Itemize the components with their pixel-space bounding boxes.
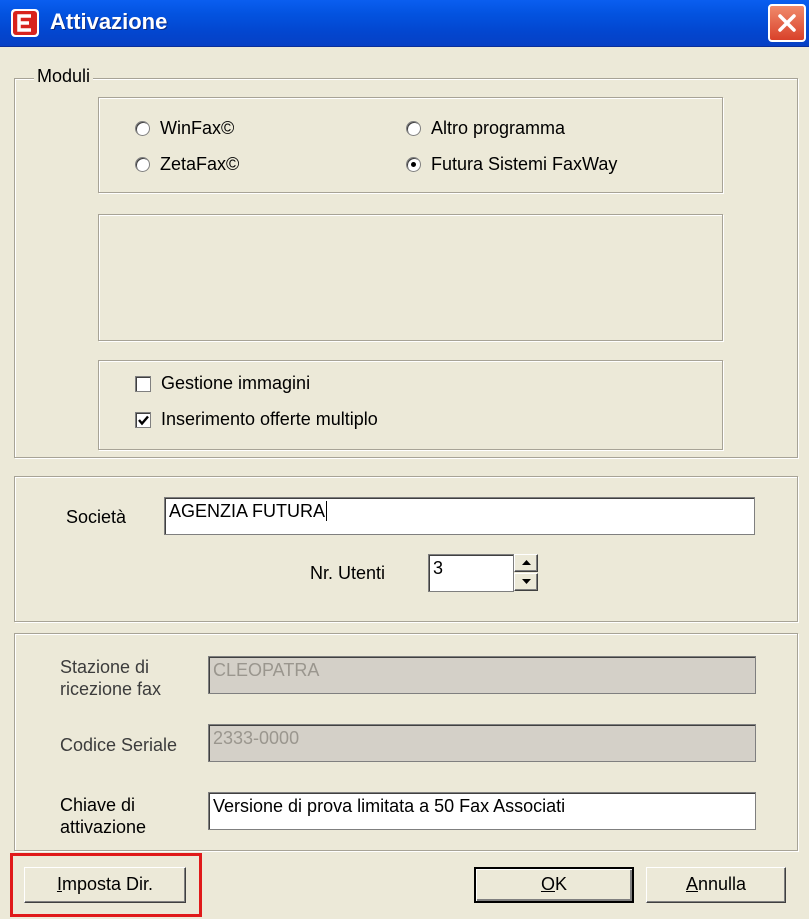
empty-options-panel <box>98 214 723 341</box>
codice-seriale-input: 2333-0000 <box>208 724 756 762</box>
radio-zetafax[interactable]: ZetaFax© <box>135 154 239 175</box>
societa-label: Società <box>66 507 127 527</box>
close-button[interactable] <box>768 4 806 42</box>
ok-label: K <box>555 874 568 894</box>
stazione-input: CLEOPATRA <box>208 656 756 694</box>
checkmark-icon <box>138 415 149 425</box>
app-icon <box>10 8 40 38</box>
nr-utenti-label: Nr. Utenti <box>310 563 386 583</box>
nr-utenti-value: 3 <box>433 558 444 578</box>
checkbox-gestione-immagini-label: Gestione immagini <box>161 373 311 393</box>
chiave-label-line-2: attivazione <box>60 817 147 837</box>
chiave-label-line-1: Chiave di <box>60 795 136 815</box>
radio-zetafax-label: ZetaFax© <box>160 154 240 174</box>
spin-down-button[interactable] <box>514 573 538 591</box>
stazione-value: CLEOPATRA <box>213 660 320 680</box>
radio-futura-label: Futura Sistemi FaxWay <box>431 154 618 174</box>
nr-utenti-spinner[interactable] <box>514 554 538 592</box>
annotation-highlight-box <box>10 853 202 917</box>
close-icon <box>778 14 796 32</box>
chiave-attivazione-input[interactable]: Versione di prova limitata a 50 Fax Asso… <box>208 792 756 830</box>
spin-up-button[interactable] <box>514 554 538 572</box>
stazione-label-line-1: Stazione di <box>60 657 150 677</box>
radio-altro-label: Altro programma <box>431 118 566 138</box>
codice-seriale-value: 2333-0000 <box>213 728 300 748</box>
checkbox-gestione-immagini[interactable]: Gestione immagini <box>135 373 310 394</box>
radio-winfax[interactable]: WinFax© <box>135 118 234 139</box>
societa-value: AGENZIA FUTURA <box>169 501 326 521</box>
text-caret <box>326 501 328 521</box>
radio-winfax-label: WinFax© <box>160 118 235 138</box>
societa-input[interactable]: AGENZIA FUTURA <box>164 497 755 535</box>
spin-down-icon <box>522 579 531 584</box>
annulla-label: nnulla <box>697 874 747 894</box>
spin-up-icon <box>522 560 531 565</box>
nr-utenti-input[interactable]: 3 <box>428 554 514 592</box>
ok-mnemonic: O <box>540 874 555 894</box>
annulla-button[interactable]: Annulla <box>646 867 786 903</box>
stazione-label-line-2: ricezione fax <box>60 679 162 699</box>
annulla-mnemonic: A <box>685 874 698 894</box>
radio-winfax-indicator <box>135 121 150 136</box>
checkbox-inserimento-offerte-box <box>135 411 151 428</box>
chiave-label: Chiave di attivazione <box>60 794 146 838</box>
fax-program-panel <box>98 97 723 193</box>
title-bar[interactable]: Attivazione <box>0 0 809 47</box>
moduli-legend: Moduli <box>34 66 94 87</box>
checkbox-inserimento-offerte[interactable]: Inserimento offerte multiplo <box>135 409 378 430</box>
window-title: Attivazione <box>50 9 168 34</box>
radio-zetafax-indicator <box>135 157 150 172</box>
radio-altro-indicator <box>406 121 421 136</box>
radio-futura-indicator <box>406 157 421 172</box>
radio-futura-faxway[interactable]: Futura Sistemi FaxWay <box>406 154 617 175</box>
stazione-label: Stazione di ricezione fax <box>60 656 161 700</box>
activation-dialog: Attivazione Moduli WinFax© ZetaFax© Altr… <box>0 0 809 919</box>
checkbox-gestione-immagini-box <box>135 375 151 392</box>
checkbox-inserimento-offerte-label: Inserimento offerte multiplo <box>161 409 378 429</box>
radio-altro-programma[interactable]: Altro programma <box>406 118 565 139</box>
chiave-attivazione-value: Versione di prova limitata a 50 Fax Asso… <box>213 796 566 816</box>
ok-button[interactable]: OK <box>474 867 634 903</box>
codice-seriale-label: Codice Seriale <box>60 735 178 755</box>
